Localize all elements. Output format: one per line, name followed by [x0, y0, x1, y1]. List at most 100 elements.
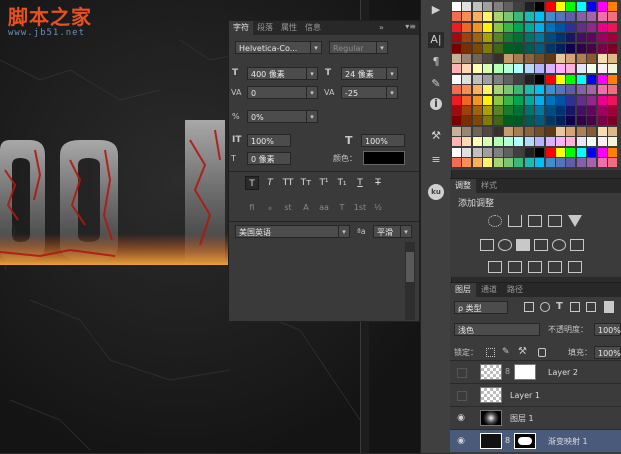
color-swatch[interactable] — [483, 22, 493, 32]
info-icon[interactable]: i — [430, 98, 442, 110]
color-swatch[interactable] — [566, 116, 576, 126]
color-swatch[interactable] — [587, 147, 597, 157]
color-swatch[interactable] — [483, 54, 493, 63]
color-swatch[interactable] — [545, 22, 555, 32]
color-swatch[interactable] — [545, 64, 555, 74]
color-swatch[interactable] — [504, 126, 513, 136]
black-white-icon[interactable] — [516, 239, 530, 251]
filter-toggle-icon[interactable] — [604, 301, 614, 313]
color-swatch[interactable] — [576, 2, 586, 11]
color-swatch[interactable] — [566, 147, 576, 157]
color-swatch[interactable] — [472, 95, 482, 105]
color-swatch[interactable] — [493, 158, 503, 167]
color-swatch[interactable] — [452, 126, 461, 136]
color-swatch[interactable] — [504, 85, 513, 95]
color-swatch[interactable] — [535, 54, 545, 63]
visibility-toggle[interactable] — [457, 368, 467, 378]
play-icon[interactable]: ▶ — [428, 2, 444, 18]
color-swatch[interactable] — [545, 43, 555, 53]
color-swatch[interactable] — [462, 43, 472, 53]
layer-row-selected[interactable]: ◉ 8 渐变映射 1 — [450, 429, 621, 452]
color-swatch[interactable] — [566, 43, 576, 53]
color-swatch[interactable] — [504, 158, 513, 167]
color-swatch[interactable] — [462, 54, 472, 63]
color-swatch[interactable] — [462, 85, 472, 95]
color-swatch[interactable] — [462, 126, 472, 136]
tab-info[interactable]: 信息 — [301, 21, 325, 35]
color-swatch[interactable] — [587, 22, 597, 32]
color-swatch[interactable] — [462, 106, 472, 115]
color-swatch[interactable] — [452, 54, 461, 63]
color-balance-icon[interactable] — [498, 239, 512, 251]
faux-italic-button[interactable]: T — [263, 176, 277, 190]
color-swatch[interactable] — [576, 106, 586, 115]
color-swatch[interactable] — [524, 54, 534, 63]
layer-name[interactable]: Layer 1 — [510, 384, 540, 407]
lock-position-icon[interactable]: ⚒ — [518, 346, 527, 357]
color-swatch[interactable] — [524, 64, 534, 74]
color-swatch[interactable] — [472, 43, 482, 53]
color-swatch[interactable] — [587, 106, 597, 115]
font-family-dropdown[interactable]: ▾ — [310, 41, 322, 54]
selective-color-icon[interactable] — [568, 261, 582, 273]
color-swatch[interactable] — [514, 106, 524, 115]
layer-row[interactable]: 8 Layer 2 — [450, 360, 621, 383]
color-swatch[interactable] — [452, 12, 461, 22]
color-swatch[interactable] — [608, 74, 617, 84]
color-swatch[interactable] — [524, 12, 534, 22]
color-swatch[interactable] — [535, 95, 545, 105]
collapse-icon[interactable]: » — [379, 21, 384, 35]
color-swatch[interactable] — [597, 137, 607, 147]
lock-all-icon[interactable] — [538, 348, 546, 357]
color-swatch[interactable] — [576, 158, 586, 167]
alternates-button[interactable]: ℴ — [263, 201, 277, 215]
color-swatch[interactable] — [472, 54, 482, 63]
color-swatch[interactable] — [504, 137, 513, 147]
faux-bold-button[interactable]: T — [245, 176, 259, 190]
layer-name[interactable]: 图层 1 — [510, 407, 534, 430]
swatch-grid[interactable] — [452, 2, 619, 168]
color-swatch[interactable] — [535, 106, 545, 115]
color-swatch[interactable] — [545, 158, 555, 167]
color-swatch[interactable] — [514, 137, 524, 147]
tab-paths[interactable]: 路径 — [502, 283, 528, 297]
color-swatch[interactable] — [535, 43, 545, 53]
color-swatch[interactable] — [608, 85, 617, 95]
color-swatch[interactable] — [597, 147, 607, 157]
adjustment-filter-icon[interactable] — [540, 302, 550, 312]
color-swatch[interactable] — [608, 95, 617, 105]
color-swatch[interactable] — [556, 12, 565, 22]
color-swatch[interactable] — [514, 54, 524, 63]
color-swatch[interactable] — [535, 12, 545, 22]
color-swatch[interactable] — [514, 147, 524, 157]
color-swatch[interactable] — [535, 116, 545, 126]
color-swatch[interactable] — [566, 33, 576, 43]
color-swatch[interactable] — [462, 137, 472, 147]
color-swatch[interactable] — [587, 2, 597, 11]
color-swatch[interactable] — [608, 22, 617, 32]
color-swatch[interactable] — [472, 158, 482, 167]
color-swatch[interactable] — [472, 85, 482, 95]
color-swatch[interactable] — [483, 43, 493, 53]
scrollbar[interactable] — [405, 242, 415, 320]
color-swatch[interactable] — [566, 158, 576, 167]
tab-properties[interactable]: 属性 — [277, 21, 301, 35]
color-swatch[interactable] — [597, 74, 607, 84]
sliders-icon[interactable]: ≡ — [428, 152, 444, 168]
font-size-dropdown[interactable]: ▾ — [306, 67, 318, 80]
color-swatch[interactable] — [493, 106, 503, 115]
color-swatch[interactable] — [514, 43, 524, 53]
color-swatch[interactable] — [597, 116, 607, 126]
color-swatch[interactable] — [483, 74, 493, 84]
color-swatch[interactable] — [566, 64, 576, 74]
tab-adjustments[interactable]: 调整 — [450, 179, 476, 193]
tab-character[interactable]: 字符 — [229, 21, 253, 35]
color-swatch[interactable] — [576, 126, 586, 136]
hue-saturation-icon[interactable] — [480, 239, 494, 251]
color-swatch[interactable] — [608, 147, 617, 157]
color-swatch[interactable] — [576, 12, 586, 22]
color-swatch[interactable] — [608, 116, 617, 126]
color-swatch[interactable] — [504, 22, 513, 32]
color-swatch[interactable] — [545, 116, 555, 126]
color-swatch[interactable] — [545, 147, 555, 157]
